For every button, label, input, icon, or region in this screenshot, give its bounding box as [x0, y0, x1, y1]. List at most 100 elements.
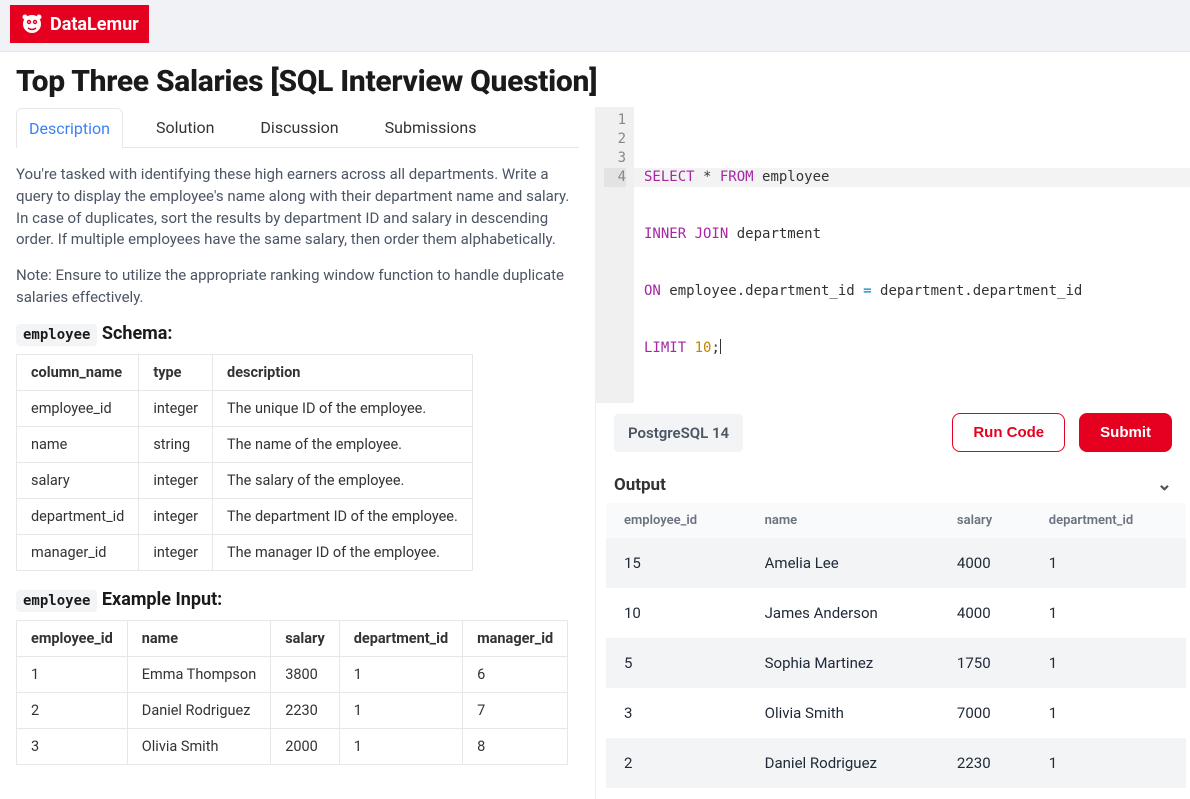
- submit-button[interactable]: Submit: [1079, 413, 1172, 452]
- results-header: employee_id: [606, 503, 747, 538]
- table-cell: integer: [139, 534, 213, 570]
- brand-name: DataLemur: [50, 14, 139, 35]
- output-title: Output: [614, 475, 666, 495]
- output-header[interactable]: Output ⌄: [596, 462, 1190, 503]
- results-cell: 7000: [939, 688, 1031, 738]
- editor-gutter: 1 2 3 4: [596, 107, 634, 403]
- schema-col: description: [213, 354, 473, 390]
- results-header: department_id: [1031, 503, 1186, 538]
- table-header: department_id: [339, 620, 462, 656]
- table-row: department_idintegerThe department ID of…: [17, 498, 473, 534]
- results-cell: 2: [606, 738, 747, 788]
- results-cell: 1: [1031, 688, 1186, 738]
- tab-description[interactable]: Description: [16, 108, 123, 148]
- table-header: name: [127, 620, 270, 656]
- table-cell: 7: [463, 692, 568, 728]
- desc-para-2: Note: Ensure to utilize the appropriate …: [16, 265, 579, 309]
- tab-submissions[interactable]: Submissions: [372, 107, 490, 147]
- table-cell: 1: [339, 656, 462, 692]
- results-cell: 1: [1031, 638, 1186, 688]
- results-header: salary: [939, 503, 1031, 538]
- schema-col: type: [139, 354, 213, 390]
- desc-para-1: You're tasked with identifying these hig…: [16, 164, 579, 251]
- gutter-line: 3: [604, 149, 626, 168]
- table-row: namestringThe name of the employee.: [17, 426, 473, 462]
- schema-heading: employee Schema:: [16, 323, 579, 344]
- language-tag[interactable]: PostgreSQL 14: [614, 414, 743, 452]
- results-header: name: [747, 503, 939, 538]
- description-body: You're tasked with identifying these hig…: [16, 164, 579, 765]
- example-table-name: employee: [16, 590, 97, 612]
- results-cell: 5: [606, 638, 747, 688]
- results-row: 2Daniel Rodriguez22301: [606, 738, 1186, 788]
- results-cell: James Anderson: [747, 588, 939, 638]
- table-row: 1Emma Thompson380016: [17, 656, 568, 692]
- table-row: salaryintegerThe salary of the employee.: [17, 462, 473, 498]
- main-split: Description Solution Discussion Submissi…: [0, 107, 1190, 799]
- left-pane: Description Solution Discussion Submissi…: [0, 107, 595, 799]
- results-cell: 3: [606, 688, 747, 738]
- tab-solution[interactable]: Solution: [143, 107, 227, 147]
- lemur-icon: [20, 12, 44, 36]
- table-cell: integer: [139, 462, 213, 498]
- table-cell: 2: [17, 692, 128, 728]
- editor-code[interactable]: SELECT * FROM employee INNER JOIN depart…: [634, 107, 1190, 403]
- schema-table: column_name type description employee_id…: [16, 354, 473, 571]
- table-cell: 3800: [271, 656, 340, 692]
- table-cell: string: [139, 426, 213, 462]
- table-cell: employee_id: [17, 390, 139, 426]
- results-cell: 4000: [939, 538, 1031, 588]
- schema-col: column_name: [17, 354, 139, 390]
- chevron-down-icon[interactable]: ⌄: [1157, 474, 1172, 495]
- table-cell: 8: [463, 728, 568, 764]
- example-heading-suffix: Example Input:: [97, 589, 222, 610]
- table-row: 3Olivia Smith200018: [17, 728, 568, 764]
- table-cell: The department ID of the employee.: [213, 498, 473, 534]
- output-results: employee_idnamesalarydepartment_id 15Ame…: [596, 503, 1190, 799]
- results-row: 15Amelia Lee40001: [606, 538, 1186, 588]
- table-header: salary: [271, 620, 340, 656]
- results-table: employee_idnamesalarydepartment_id 15Ame…: [606, 503, 1186, 788]
- gutter-line: 1: [604, 111, 626, 130]
- topbar: DataLemur: [0, 0, 1190, 52]
- right-pane: 1 2 3 4 SELECT * FROM employee INNER JOI…: [595, 107, 1190, 799]
- table-cell: 1: [339, 692, 462, 728]
- results-cell: 1750: [939, 638, 1031, 688]
- results-row: 10James Anderson40001: [606, 588, 1186, 638]
- table-cell: 6: [463, 656, 568, 692]
- results-cell: Daniel Rodriguez: [747, 738, 939, 788]
- schema-table-name: employee: [16, 324, 97, 346]
- results-cell: Olivia Smith: [747, 688, 939, 738]
- results-cell: Sophia Martinez: [747, 638, 939, 688]
- results-cell: 1: [1031, 538, 1186, 588]
- tab-discussion[interactable]: Discussion: [247, 107, 351, 147]
- example-table: employee_idnamesalarydepartment_idmanage…: [16, 620, 568, 765]
- table-header: manager_id: [463, 620, 568, 656]
- table-cell: The manager ID of the employee.: [213, 534, 473, 570]
- table-cell: manager_id: [17, 534, 139, 570]
- table-cell: 2000: [271, 728, 340, 764]
- schema-heading-suffix: Schema:: [97, 323, 172, 344]
- brand-logo[interactable]: DataLemur: [10, 5, 149, 43]
- results-cell: 1: [1031, 588, 1186, 638]
- table-cell: name: [17, 426, 139, 462]
- gutter-line: 4: [604, 168, 626, 187]
- gutter-line: 2: [604, 130, 626, 149]
- table-cell: The name of the employee.: [213, 426, 473, 462]
- table-cell: The salary of the employee.: [213, 462, 473, 498]
- run-code-button[interactable]: Run Code: [952, 413, 1065, 452]
- code-editor[interactable]: 1 2 3 4 SELECT * FROM employee INNER JOI…: [596, 107, 1190, 403]
- table-row: 2Daniel Rodriguez223017: [17, 692, 568, 728]
- results-cell: 4000: [939, 588, 1031, 638]
- table-row: manager_idintegerThe manager ID of the e…: [17, 534, 473, 570]
- table-cell: The unique ID of the employee.: [213, 390, 473, 426]
- table-cell: salary: [17, 462, 139, 498]
- table-cell: Emma Thompson: [127, 656, 270, 692]
- table-cell: integer: [139, 498, 213, 534]
- results-cell: 1: [1031, 738, 1186, 788]
- results-row: 5Sophia Martinez17501: [606, 638, 1186, 688]
- table-cell: 3: [17, 728, 128, 764]
- table-cell: Daniel Rodriguez: [127, 692, 270, 728]
- table-cell: 1: [339, 728, 462, 764]
- table-cell: department_id: [17, 498, 139, 534]
